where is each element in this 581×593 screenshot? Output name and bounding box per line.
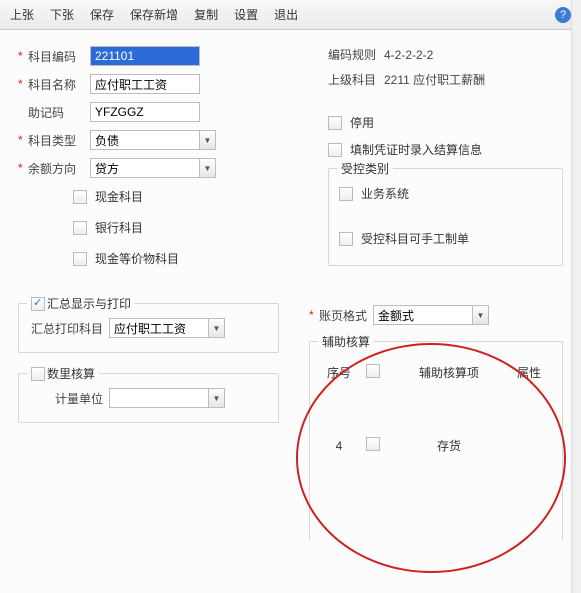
- rule-value: 4-2-2-2-2: [384, 48, 433, 62]
- manual-checkbox[interactable]: [339, 232, 353, 246]
- parent-label: 上级科目: [328, 71, 384, 88]
- chevron-down-icon[interactable]: ▼: [473, 305, 489, 325]
- next-button[interactable]: 下张: [50, 6, 74, 23]
- fill-settlement-checkbox[interactable]: [328, 143, 342, 157]
- required-marker: *: [309, 308, 317, 322]
- cash-acct-label: 现金科目: [95, 188, 143, 205]
- type-select[interactable]: [90, 130, 200, 150]
- qty-fieldset: 数里核算 计量单位 ▼: [18, 373, 279, 423]
- controlled-legend: 受控类别: [341, 160, 389, 177]
- exit-button[interactable]: 退出: [274, 6, 298, 23]
- parent-value: 2211 应付职工薪酬: [384, 71, 485, 88]
- bank-acct-checkbox[interactable]: [73, 221, 87, 235]
- chevron-down-icon[interactable]: ▼: [200, 130, 216, 150]
- disable-label: 停用: [350, 114, 374, 131]
- aux-table: 序号 辅助核算项 属性 4 存货: [316, 358, 556, 460]
- save-new-button[interactable]: 保存新增: [130, 6, 178, 23]
- scrollbar-track[interactable]: [571, 0, 581, 593]
- qty-checkbox[interactable]: [31, 367, 45, 381]
- acct-format-select[interactable]: [373, 305, 473, 325]
- aux-col-check: [360, 364, 394, 381]
- code-label: 科目编码: [28, 48, 90, 65]
- aux-row[interactable]: 4 存货: [316, 431, 556, 460]
- aux-col-item: 辅助核算项: [394, 364, 504, 381]
- qty-legend: 数里核算: [47, 365, 95, 382]
- help-icon[interactable]: ?: [555, 7, 571, 23]
- direction-label: 余额方向: [28, 160, 90, 177]
- acct-format-label: 账页格式: [319, 307, 367, 324]
- code-input[interactable]: [90, 46, 200, 66]
- cash-acct-checkbox[interactable]: [73, 190, 87, 204]
- summary-fieldset: 汇总显示与打印 汇总打印科目 ▼: [18, 303, 279, 353]
- aux-col-attr: 属性: [504, 364, 554, 381]
- cash-equiv-label: 现金等价物科目: [95, 250, 179, 267]
- mnemonic-label: 助记码: [28, 104, 90, 121]
- aux-row-item: 存货: [394, 437, 504, 454]
- chevron-down-icon[interactable]: ▼: [209, 388, 225, 408]
- name-input[interactable]: [90, 74, 200, 94]
- fill-settlement-label: 填制凭证时录入结算信息: [350, 141, 482, 158]
- mnemonic-input[interactable]: [90, 102, 200, 122]
- direction-select[interactable]: [90, 158, 200, 178]
- biz-system-label: 业务系统: [361, 185, 409, 202]
- prev-button[interactable]: 上张: [10, 6, 34, 23]
- chevron-down-icon[interactable]: ▼: [200, 158, 216, 178]
- aux-header-checkbox[interactable]: [366, 364, 380, 378]
- save-button[interactable]: 保存: [90, 6, 114, 23]
- qty-unit-select[interactable]: [109, 388, 209, 408]
- required-marker: *: [18, 77, 26, 91]
- required-marker: *: [18, 161, 26, 175]
- summary-checkbox[interactable]: [31, 297, 45, 311]
- manual-label: 受控科目可手工制单: [361, 230, 469, 247]
- summary-print-label: 汇总打印科目: [31, 320, 109, 337]
- disable-checkbox[interactable]: [328, 116, 342, 130]
- chevron-down-icon[interactable]: ▼: [209, 318, 225, 338]
- copy-button[interactable]: 复制: [194, 6, 218, 23]
- required-marker: *: [18, 49, 26, 63]
- bank-acct-label: 银行科目: [95, 219, 143, 236]
- aux-legend: 辅助核算: [322, 333, 370, 350]
- required-marker: [18, 105, 26, 119]
- aux-row-checkbox[interactable]: [366, 437, 380, 451]
- summary-print-select[interactable]: [109, 318, 209, 338]
- summary-legend: 汇总显示与打印: [47, 295, 131, 312]
- qty-unit-label: 计量单位: [31, 390, 109, 407]
- aux-fieldset: 辅助核算 序号 辅助核算项 属性 4 存货: [309, 341, 563, 540]
- name-label: 科目名称: [28, 76, 90, 93]
- required-marker: *: [18, 133, 26, 147]
- biz-system-checkbox[interactable]: [339, 187, 353, 201]
- toolbar: 上张 下张 保存 保存新增 复制 设置 退出 ?: [0, 0, 581, 30]
- controlled-fieldset: 受控类别 业务系统 受控科目可手工制单: [328, 168, 563, 266]
- rule-label: 编码规则: [328, 46, 384, 63]
- settings-button[interactable]: 设置: [234, 6, 258, 23]
- type-label: 科目类型: [28, 132, 90, 149]
- aux-col-seq: 序号: [318, 364, 360, 381]
- cash-equiv-checkbox[interactable]: [73, 252, 87, 266]
- aux-row-seq: 4: [318, 439, 360, 453]
